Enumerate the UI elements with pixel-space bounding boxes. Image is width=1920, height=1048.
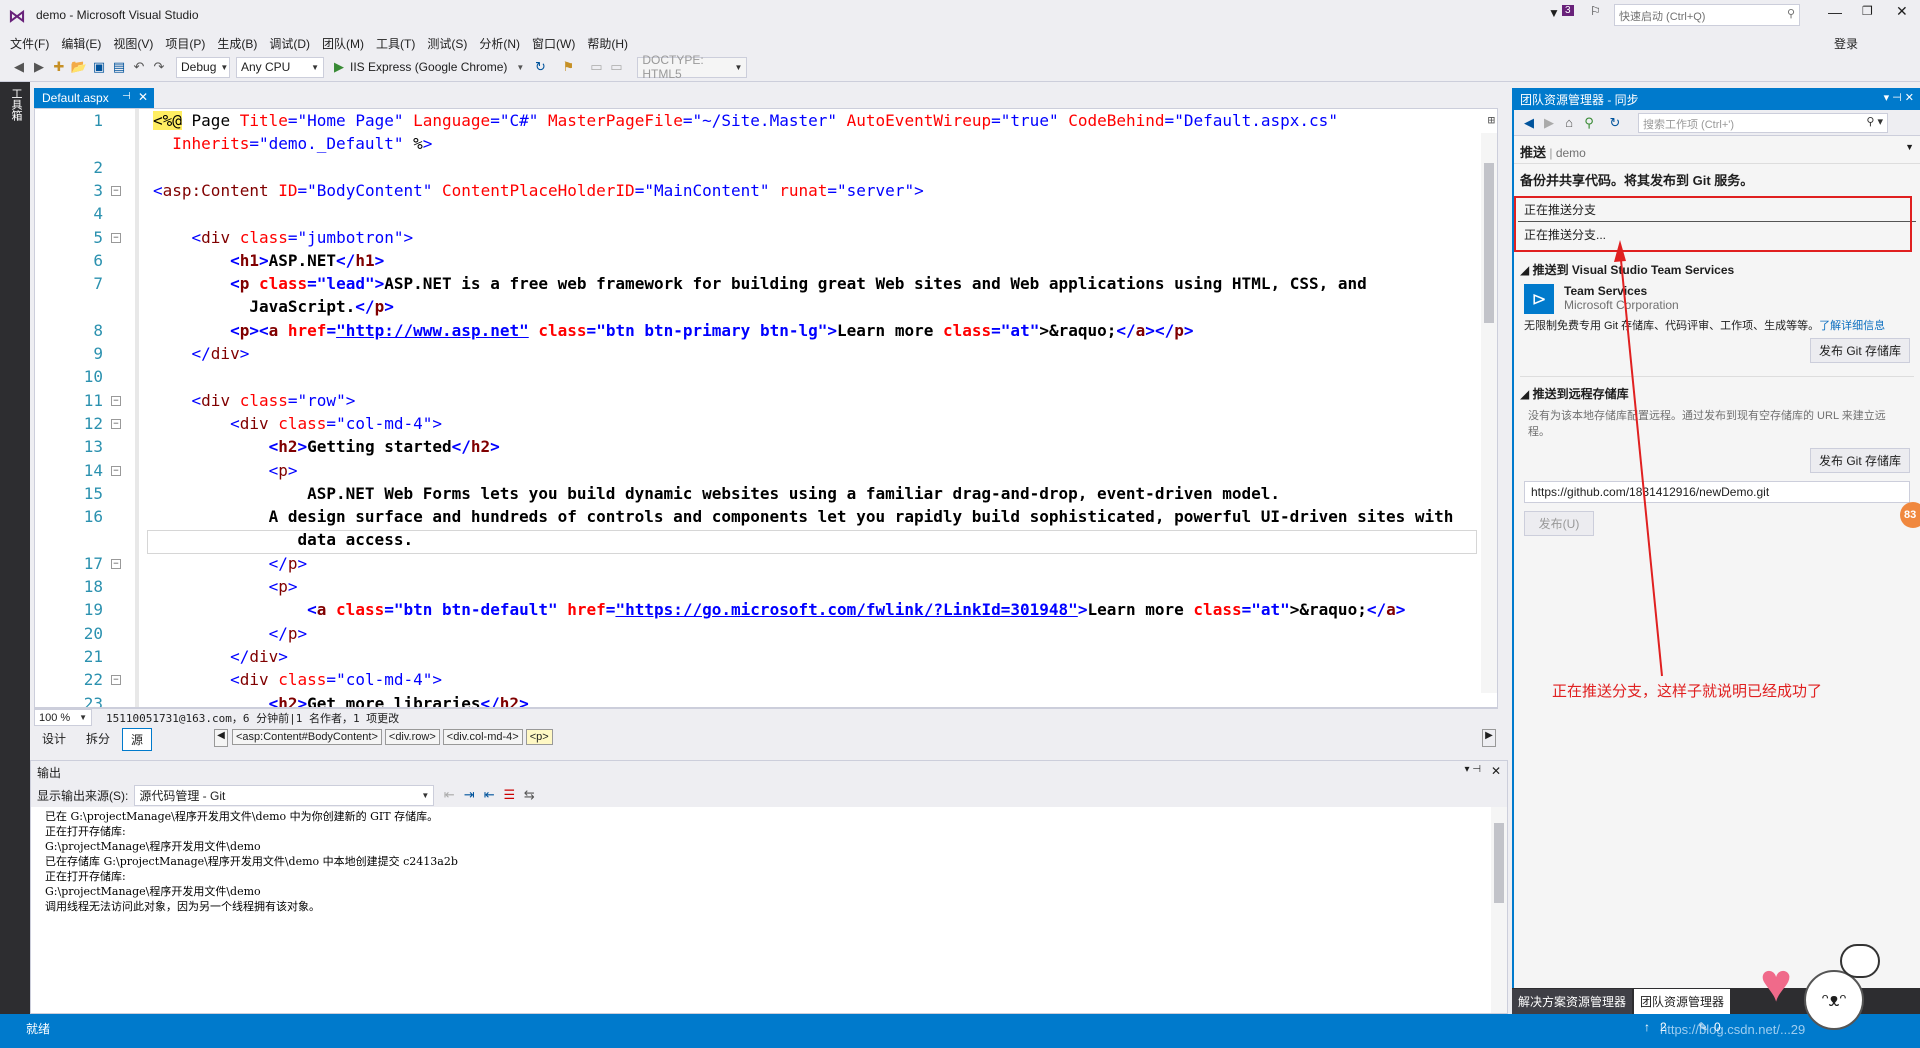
annotation-text: 正在推送分支，这样子就说明已经成功了 bbox=[1552, 683, 1823, 700]
mascot-face-icon: ᵔᴥᵔ bbox=[1804, 970, 1864, 1030]
mascot-image: ♥ ᵔᴥᵔ bbox=[1760, 944, 1880, 1044]
annotation-arrow bbox=[1614, 240, 1663, 677]
heart-icon: ♥ bbox=[1760, 953, 1793, 1013]
mascot-speech-bubble bbox=[1840, 944, 1880, 978]
status-up-arrow-icon[interactable]: ↑ bbox=[1644, 1020, 1650, 1034]
status-bar: 就绪 ↑ 2 ✎ 0 https://blog.csdn.net/...29 bbox=[0, 1014, 1920, 1048]
status-text: 就绪 bbox=[26, 1022, 51, 1036]
